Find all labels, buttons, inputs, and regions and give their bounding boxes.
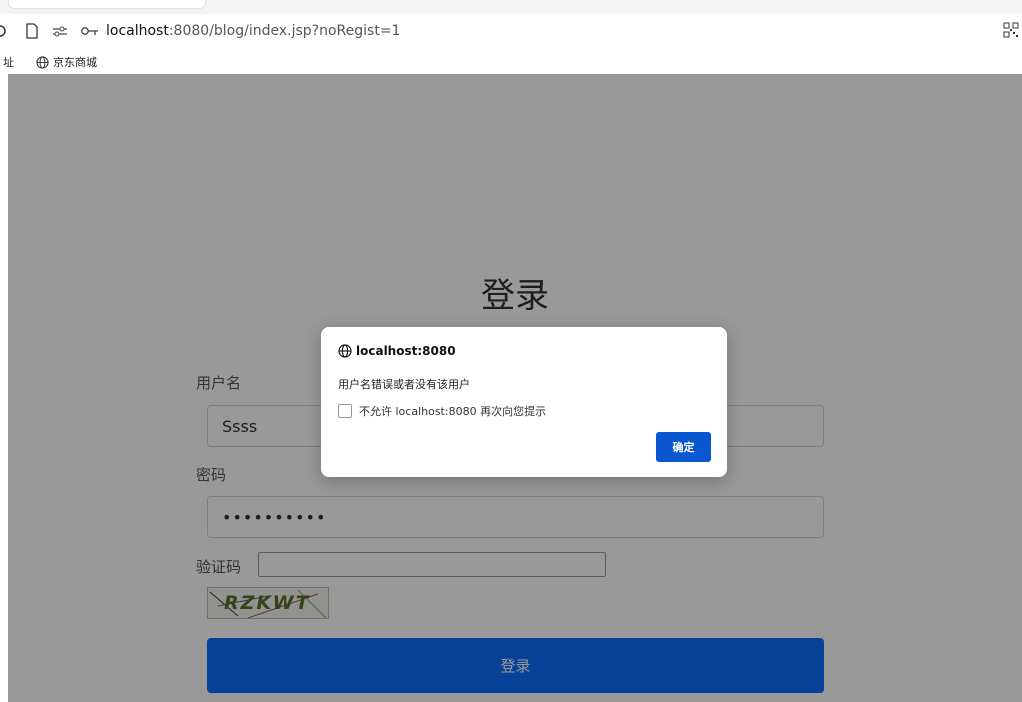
qr-code-icon[interactable] [1003,22,1019,38]
key-icon[interactable] [80,23,100,39]
checkbox-label: 不允许 localhost:8080 再次向您提示 [359,405,547,418]
globe-icon [36,55,49,69]
bookmark-item[interactable]: 址 [3,54,14,70]
bookmark-jd[interactable]: 京东商城 [36,54,97,70]
bookmarks-bar: 址 京东商城 [0,48,1022,74]
site-settings-icon[interactable] [52,23,68,39]
suppress-dialogs-checkbox[interactable]: 不允许 localhost:8080 再次向您提示 [338,403,546,419]
dialog-origin: localhost:8080 [338,344,456,358]
address-bar: localhost:8080/blog/index.jsp?noRegist=1 [0,14,1022,48]
checkbox-box[interactable] [338,404,352,418]
globe-icon [338,344,352,358]
dialog-message: 用户名错误或者没有该用户 [338,378,470,391]
page-info-icon[interactable] [25,23,39,39]
ok-button[interactable]: 确定 [656,432,711,462]
alert-dialog: localhost:8080 用户名错误或者没有该用户 不允许 localhos… [321,327,727,477]
tab-strip [0,0,1022,14]
reload-icon[interactable] [0,23,10,39]
browser-tab[interactable] [8,0,206,9]
url-path: :8080/blog/index.jsp?noRegist=1 [168,23,401,39]
url-host: localhost [106,23,169,39]
url-field[interactable]: localhost:8080/blog/index.jsp?noRegist=1 [106,22,400,40]
